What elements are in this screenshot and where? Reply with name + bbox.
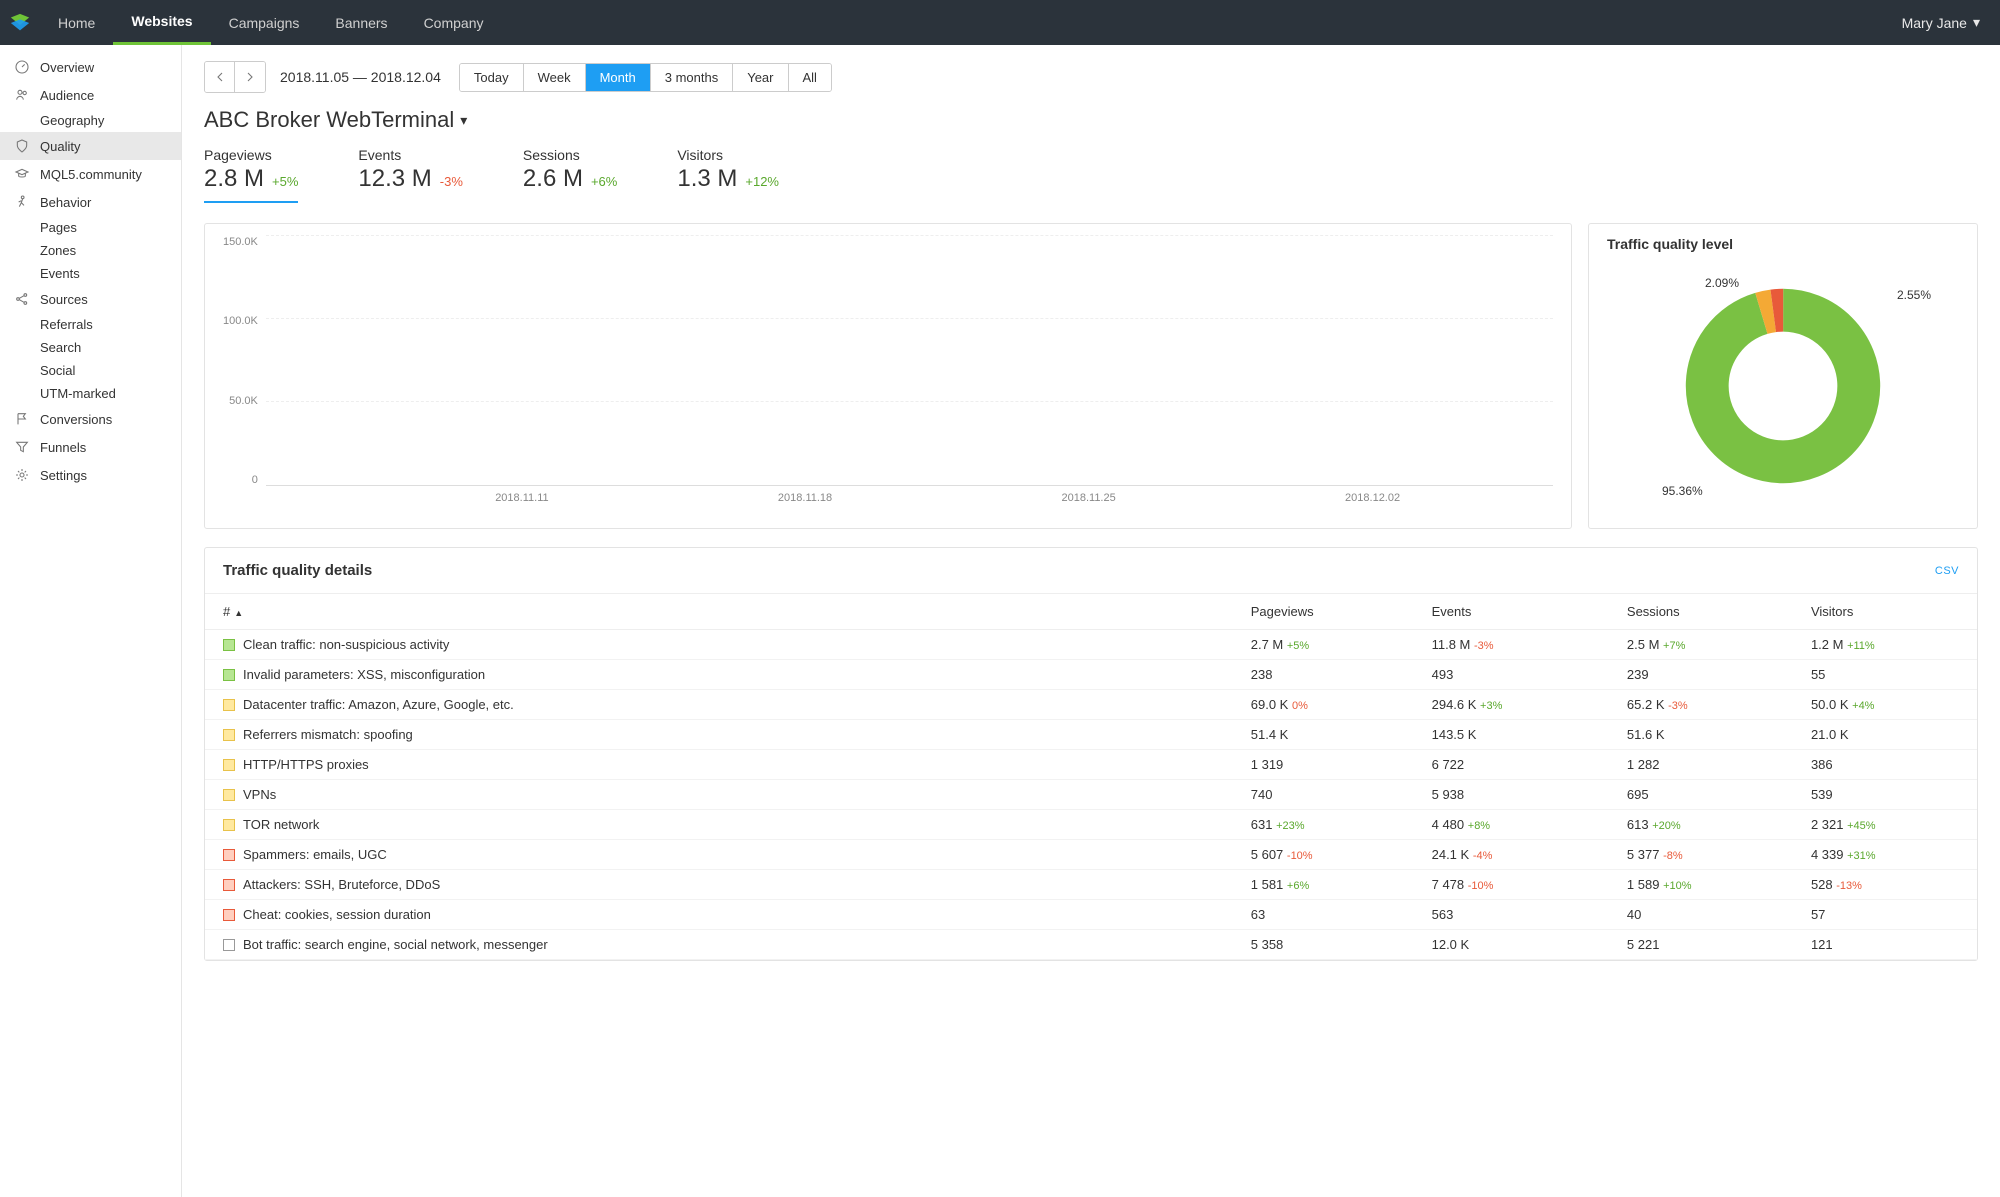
logo[interactable] (0, 0, 40, 45)
table-row[interactable]: Spammers: emails, UGC5 607 -10%24.1 K -4… (205, 840, 1977, 870)
sidebar-item-funnels[interactable]: Funnels (0, 433, 181, 461)
date-pager (204, 61, 266, 93)
csv-export-link[interactable]: CSV (1935, 565, 1959, 577)
details-table: #▲PageviewsEventsSessionsVisitors Clean … (205, 594, 1977, 960)
gear-icon (14, 467, 30, 483)
shield-icon (14, 138, 30, 154)
gauge-icon (14, 59, 30, 75)
sidebar-item-settings[interactable]: Settings (0, 461, 181, 489)
period-year[interactable]: Year (733, 64, 788, 91)
kpi-visitors[interactable]: Visitors1.3 M +12% (677, 147, 779, 203)
sidebar-item-sources[interactable]: Sources (0, 285, 181, 313)
table-row[interactable]: VPNs7405 938695539 (205, 780, 1977, 810)
share-icon (14, 291, 30, 307)
table-row[interactable]: HTTP/HTTPS proxies1 3196 7221 282386 (205, 750, 1977, 780)
category-color-swatch (223, 759, 235, 771)
chevron-down-icon: ▾ (460, 112, 467, 129)
flag-icon (14, 411, 30, 427)
nav-campaigns[interactable]: Campaigns (211, 0, 318, 45)
category-color-swatch (223, 729, 235, 741)
main: 2018.11.05 — 2018.12.04 TodayWeekMonth3 … (182, 45, 2000, 1197)
x-axis: 2018.11.112018.11.182018.11.252018.12.02 (266, 492, 1553, 504)
period-tabs: TodayWeekMonth3 monthsYearAll (459, 63, 832, 92)
nav-home[interactable]: Home (40, 0, 113, 45)
donut-red-label: 2.09% (1705, 276, 1739, 290)
period-3-months[interactable]: 3 months (651, 64, 733, 91)
people-icon (14, 87, 30, 103)
donut-chart (1683, 286, 1883, 486)
y-axis: 150.0K100.0K50.0K0 (223, 236, 266, 486)
col-sessions[interactable]: Sessions (1609, 594, 1793, 630)
user-name: Mary Jane (1902, 15, 1967, 31)
nav-banners[interactable]: Banners (317, 0, 405, 45)
sidebar-sub-utm-marked[interactable]: UTM-marked (0, 382, 181, 405)
table-row[interactable]: Attackers: SSH, Bruteforce, DDoS1 581 +6… (205, 870, 1977, 900)
donut-orange-label: 2.55% (1897, 288, 1931, 302)
bars (266, 236, 1553, 486)
sidebar-sub-social[interactable]: Social (0, 359, 181, 382)
donut-panel: Traffic quality level 2.09% 2.55% 95.36% (1588, 223, 1978, 529)
table-row[interactable]: Invalid parameters: XSS, misconfiguratio… (205, 660, 1977, 690)
category-color-swatch (223, 819, 235, 831)
kpi-sessions[interactable]: Sessions2.6 M +6% (523, 147, 617, 203)
date-bar: 2018.11.05 — 2018.12.04 TodayWeekMonth3 … (204, 61, 1978, 93)
bar-chart-panel: 150.0K100.0K50.0K0 2018.11.112018.11.182… (204, 223, 1572, 529)
period-week[interactable]: Week (524, 64, 586, 91)
category-color-swatch (223, 849, 235, 861)
grad-icon (14, 166, 30, 182)
walk-icon (14, 194, 30, 210)
sidebar-sub-search[interactable]: Search (0, 336, 181, 359)
col--[interactable]: #▲ (205, 594, 1233, 630)
col-events[interactable]: Events (1414, 594, 1609, 630)
period-all[interactable]: All (789, 64, 831, 91)
sidebar-item-behavior[interactable]: Behavior (0, 188, 181, 216)
donut-green-label: 95.36% (1662, 484, 1703, 498)
category-color-swatch (223, 909, 235, 921)
sort-asc-icon: ▲ (234, 608, 243, 618)
sidebar-sub-zones[interactable]: Zones (0, 239, 181, 262)
kpi-events[interactable]: Events12.3 M -3% (358, 147, 463, 203)
kpi-pageviews[interactable]: Pageviews2.8 M +5% (204, 147, 298, 203)
category-color-swatch (223, 879, 235, 891)
sidebar-item-mql5-community[interactable]: MQL5.community (0, 160, 181, 188)
date-range: 2018.11.05 — 2018.12.04 (280, 69, 441, 85)
category-color-swatch (223, 789, 235, 801)
chevron-down-icon: ▾ (1973, 14, 1980, 31)
table-row[interactable]: TOR network631 +23%4 480 +8%613 +20%2 32… (205, 810, 1977, 840)
sidebar: OverviewAudienceGeographyQualityMQL5.com… (0, 45, 182, 1197)
period-today[interactable]: Today (460, 64, 524, 91)
prev-button[interactable] (205, 62, 235, 92)
funnel-icon (14, 439, 30, 455)
topnav: HomeWebsitesCampaignsBannersCompany Mary… (0, 0, 2000, 45)
sidebar-sub-geography[interactable]: Geography (0, 109, 181, 132)
category-color-swatch (223, 699, 235, 711)
category-color-swatch (223, 939, 235, 951)
kpi-row: Pageviews2.8 M +5% Events12.3 M -3% Sessio… (204, 147, 1978, 203)
next-button[interactable] (235, 62, 265, 92)
sidebar-sub-pages[interactable]: Pages (0, 216, 181, 239)
user-menu[interactable]: Mary Jane ▾ (1902, 14, 1980, 31)
table-row[interactable]: Cheat: cookies, session duration63563405… (205, 900, 1977, 930)
sidebar-item-audience[interactable]: Audience (0, 81, 181, 109)
period-month[interactable]: Month (586, 64, 651, 91)
table-row[interactable]: Referrers mismatch: spoofing51.4 K143.5 … (205, 720, 1977, 750)
table-row[interactable]: Clean traffic: non-suspicious activity2.… (205, 630, 1977, 660)
nav-company[interactable]: Company (406, 0, 502, 45)
table-row[interactable]: Datacenter traffic: Amazon, Azure, Googl… (205, 690, 1977, 720)
page-title[interactable]: ABC Broker WebTerminal ▾ (204, 107, 1978, 133)
col-pageviews[interactable]: Pageviews (1233, 594, 1414, 630)
category-color-swatch (223, 639, 235, 651)
donut-title: Traffic quality level (1607, 236, 1959, 252)
details-title: Traffic quality details (223, 562, 372, 579)
details-panel: Traffic quality details CSV #▲PageviewsE… (204, 547, 1978, 961)
sidebar-item-quality[interactable]: Quality (0, 132, 181, 160)
sidebar-sub-referrals[interactable]: Referrals (0, 313, 181, 336)
col-visitors[interactable]: Visitors (1793, 594, 1977, 630)
sidebar-item-overview[interactable]: Overview (0, 53, 181, 81)
nav-websites[interactable]: Websites (113, 0, 210, 45)
table-row[interactable]: Bot traffic: search engine, social netwo… (205, 930, 1977, 960)
sidebar-sub-events[interactable]: Events (0, 262, 181, 285)
category-color-swatch (223, 669, 235, 681)
sidebar-item-conversions[interactable]: Conversions (0, 405, 181, 433)
